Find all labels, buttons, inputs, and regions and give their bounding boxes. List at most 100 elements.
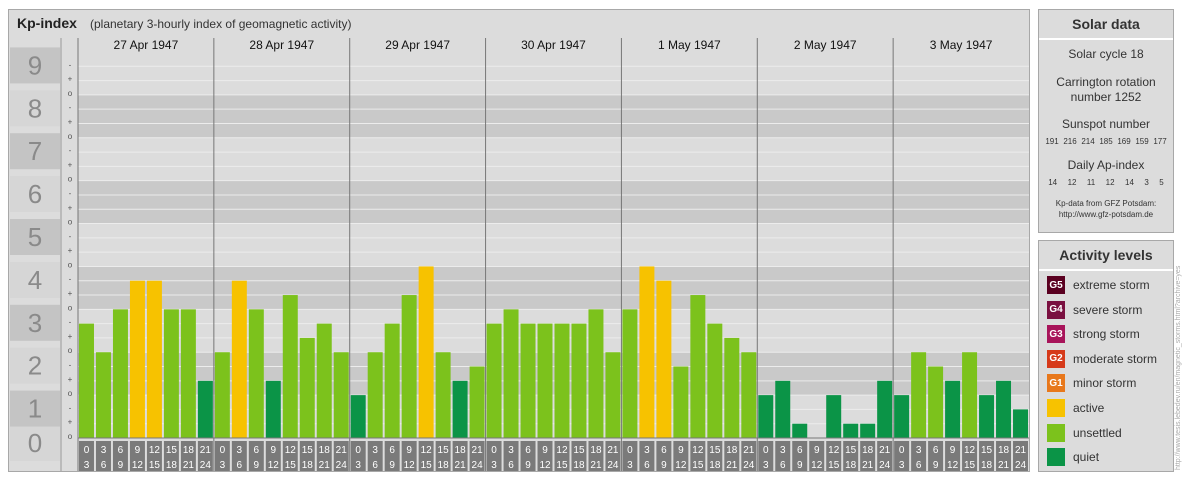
- kp-chart-panel: Kp-index (planetary 3-hourly index of ge…: [8, 9, 1030, 472]
- hour-start-label: 6: [525, 445, 531, 456]
- kp-bar: [860, 423, 876, 438]
- ap-value: 5: [1159, 178, 1164, 187]
- minor-tick-mark: o: [68, 89, 73, 98]
- hour-start-label: 6: [933, 445, 939, 456]
- hour-start-label: 9: [950, 445, 956, 456]
- data-source: Kp-data from GFZ Potsdam:: [1055, 199, 1157, 208]
- legend-swatch: G3: [1047, 325, 1065, 344]
- hour-end-label: 18: [845, 460, 857, 471]
- y-tick-label: 0: [28, 428, 42, 458]
- hour-end-label: 6: [780, 460, 786, 471]
- kp-bar: [469, 366, 485, 438]
- hour-end-label: 12: [811, 460, 823, 471]
- hour-start-label: 12: [828, 445, 840, 456]
- minor-tick-mark: -: [69, 189, 72, 198]
- y-tick-label: 3: [28, 308, 42, 338]
- y-tick-label: 1: [28, 394, 42, 424]
- minor-tick-mark: -: [69, 403, 72, 412]
- sunspot-value: 214: [1081, 137, 1095, 146]
- kp-bar: [792, 423, 808, 438]
- kp-bar: [775, 380, 791, 438]
- hour-start-label: 3: [780, 445, 786, 456]
- minor-tick-mark: -: [69, 103, 72, 112]
- minor-tick-mark: +: [68, 375, 73, 384]
- hour-start-label: 0: [763, 445, 769, 456]
- legend-item: G4 severe storm: [1047, 300, 1142, 320]
- legend-swatch: G5: [1047, 276, 1065, 294]
- solar-data-panel: Solar data Solar cycle 18 Carrington rot…: [1038, 9, 1174, 233]
- day-label: 1 May 1947: [658, 38, 721, 52]
- minor-tick-mark: -: [69, 275, 72, 284]
- hour-start-label: 9: [271, 445, 277, 456]
- kp-bar: [214, 352, 230, 438]
- hour-end-label: 15: [692, 460, 704, 471]
- hour-end-label: 15: [285, 460, 297, 471]
- hour-end-label: 12: [947, 460, 959, 471]
- hour-start-label: 0: [84, 445, 90, 456]
- legend-label: extreme storm: [1073, 278, 1150, 292]
- kp-bar: [605, 352, 621, 438]
- kp-bar: [316, 323, 332, 438]
- kp-bar: [163, 309, 179, 438]
- sunspot-numbers: 191 216 214 185 169 159 177: [1039, 137, 1173, 146]
- hour-end-label: 24: [472, 460, 484, 471]
- hour-end-label: 12: [539, 460, 551, 471]
- kp-bar: [758, 395, 774, 438]
- kp-bar: [350, 395, 366, 438]
- hour-start-label: 9: [678, 445, 684, 456]
- hour-start-label: 21: [1015, 445, 1027, 456]
- hour-end-label: 24: [743, 460, 755, 471]
- minor-tick-mark: +: [68, 203, 73, 212]
- hour-end-label: 24: [1015, 460, 1027, 471]
- sunspot-value: 191: [1045, 137, 1059, 146]
- hour-start-label: 3: [916, 445, 922, 456]
- hour-end-label: 21: [998, 460, 1010, 471]
- kp-bar: [129, 280, 145, 438]
- minor-tick-mark: o: [68, 303, 73, 312]
- hour-start-label: 21: [336, 445, 348, 456]
- ap-value: 14: [1048, 178, 1058, 187]
- hour-start-label: 21: [472, 445, 484, 456]
- sunspot-value: 177: [1153, 137, 1167, 146]
- hour-end-label: 12: [404, 460, 416, 471]
- kp-bar: [690, 295, 706, 438]
- kp-bar: [639, 266, 655, 438]
- hour-start-label: 18: [726, 445, 738, 456]
- legend-item: quiet: [1047, 447, 1099, 467]
- hour-start-label: 21: [607, 445, 619, 456]
- hour-end-label: 24: [607, 460, 619, 471]
- hour-start-label: 12: [285, 445, 297, 456]
- hour-end-label: 9: [933, 460, 939, 471]
- kp-bar: [367, 352, 383, 438]
- hour-end-label: 9: [797, 460, 803, 471]
- hour-end-label: 9: [389, 460, 395, 471]
- legend-item: G1 minor storm: [1047, 373, 1136, 393]
- kp-bar: [622, 309, 638, 438]
- legend-item: G2 moderate storm: [1047, 349, 1157, 369]
- ap-index-title: Daily Ap-index: [1067, 158, 1145, 172]
- minor-tick-mark: -: [69, 318, 72, 327]
- y-tick-label: 5: [28, 222, 42, 252]
- minor-tick-mark: +: [68, 75, 73, 84]
- ap-value: 12: [1067, 178, 1077, 187]
- hour-start-label: 15: [438, 445, 450, 456]
- minor-tick-mark: o: [68, 132, 73, 141]
- sunspot-value: 185: [1099, 137, 1113, 146]
- hour-start-label: 15: [166, 445, 178, 456]
- hour-start-label: 15: [709, 445, 721, 456]
- legend-swatch: G4: [1047, 300, 1065, 319]
- hour-end-label: 3: [355, 460, 361, 471]
- legend-label: active: [1073, 401, 1105, 415]
- activity-levels-panel: Activity levels G5 extreme storm G4 severe …: [1038, 240, 1174, 472]
- kp-bar: [537, 323, 553, 438]
- minor-tick-mark: +: [68, 289, 73, 298]
- hour-start-label: 9: [542, 445, 548, 456]
- kp-bar: [962, 352, 978, 438]
- kp-bar: [401, 295, 417, 438]
- sunspot-value: 159: [1135, 137, 1149, 146]
- kp-bar: [435, 352, 451, 438]
- hour-end-label: 3: [220, 460, 226, 471]
- hour-start-label: 6: [389, 445, 395, 456]
- minor-tick-mark: o: [68, 346, 73, 355]
- kp-bar: [95, 352, 111, 438]
